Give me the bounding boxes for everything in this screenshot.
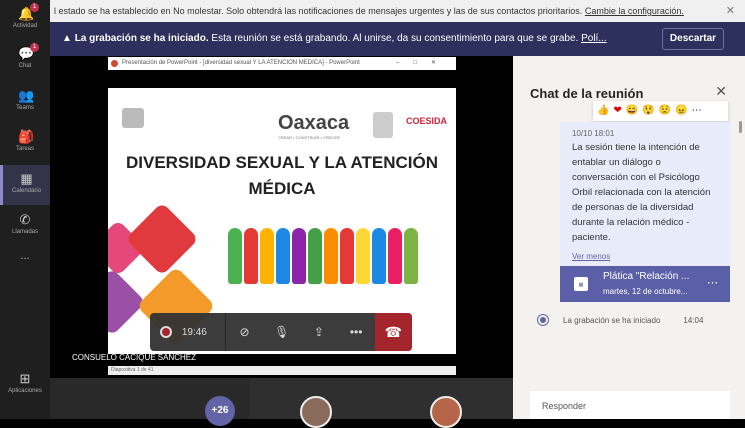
dnd-notification-bar: l estado se ha establecido en No molesta… — [50, 0, 745, 22]
call-controls: 19:46 ⊘ 🎙 ⇪ ••• ☎ — [150, 313, 412, 351]
logo-subtext: CREAR • CONSTRUIR • CRECER — [278, 135, 340, 140]
policy-link[interactable]: Polí... — [581, 33, 607, 44]
more-icon[interactable]: ⋯ — [692, 105, 706, 116]
meeting-card[interactable]: ▦ Plática "Relación ... martes, 12 de oc… — [560, 266, 730, 302]
participant-avatar[interactable] — [430, 396, 462, 428]
camera-off-icon[interactable]: ⊘ — [226, 325, 263, 339]
apps-icon: ⊞ — [19, 371, 31, 386]
angry-reaction[interactable]: 😠 — [675, 105, 691, 116]
scrollbar[interactable] — [739, 121, 742, 133]
system-text: La grabación se ha iniciado — [563, 315, 661, 325]
meeting-chat-panel: Chat de la reunión ✕ 👍❤😄😲😟😠⋯ 10/10 18:01… — [513, 56, 745, 419]
people-illustration — [228, 228, 418, 284]
laugh-reaction[interactable]: 😄 — [626, 105, 642, 116]
close-icon[interactable]: ✕ — [715, 83, 727, 100]
decor-shape — [125, 202, 199, 276]
sidebar-item-actividad[interactable]: 🔔 1 Actividad — [0, 0, 50, 40]
change-settings-link[interactable]: Cambie la configuración. — [585, 6, 684, 16]
sidebar-item-calendario[interactable]: ▦ Calendario — [0, 165, 50, 205]
sidebar-item-aplicaciones[interactable]: ⊞ Aplicaciones — [0, 365, 50, 405]
sidebar-label: Calendario — [11, 188, 42, 194]
recording-text: Esta reunión se está grabando. Al unirse… — [211, 33, 579, 44]
dismiss-button[interactable]: Descartar — [662, 28, 724, 50]
more-apps-button[interactable]: ... — [0, 250, 50, 290]
window-title: Presentación de PowerPoint - [diversidad… — [122, 60, 360, 66]
slide-title: DIVERSIDAD SEXUAL Y LA ATENCIÓN MÉDICA — [125, 153, 439, 198]
sidebar-label: Teams — [16, 105, 34, 111]
message-timestamp: 10/10 18:01 — [572, 129, 615, 138]
mic-off-icon[interactable]: 🎙 — [263, 325, 300, 339]
more-icon: ... — [20, 250, 30, 262]
sad-reaction[interactable]: 😟 — [659, 105, 675, 116]
close-icon[interactable]: ✕ — [726, 0, 735, 22]
presenter-name: CONSUELO CACIQUE SANCHEZ — [72, 353, 197, 362]
coesida-logo: COESIDA — [406, 116, 448, 126]
logo-text: Oaxaca — [278, 112, 350, 134]
more-participants-badge[interactable]: +26 — [205, 396, 235, 426]
sidebar-item-llamadas[interactable]: ✆ Llamadas — [0, 206, 50, 246]
window-controls: –□✕ — [396, 60, 450, 66]
participant-avatar[interactable] — [300, 396, 332, 428]
system-message: La grabación se ha iniciado 14:04 — [537, 314, 703, 326]
call-timer: 19:46 — [181, 326, 207, 338]
recording-banner: ▲ La grabación se ha iniciado. Esta reun… — [50, 22, 745, 56]
card-title: Plática "Relación ... — [603, 271, 690, 282]
calendar-icon: ▦ — [20, 171, 33, 186]
card-subtitle: martes, 12 de octubre... — [603, 287, 688, 296]
like-reaction[interactable]: 👍 — [597, 105, 613, 116]
sidebar-label: Chat — [18, 63, 32, 69]
reply-input[interactable]: Responder — [530, 391, 730, 419]
sidebar-label: Aplicaciones — [8, 388, 42, 394]
sidebar-item-tareas[interactable]: 🎒 Tareas — [0, 123, 50, 163]
warning-icon: ▲ — [62, 33, 72, 44]
surprised-reaction[interactable]: 😲 — [642, 105, 658, 116]
teams-icon: 👥 — [18, 88, 35, 103]
phone-icon: ✆ — [19, 212, 31, 227]
heart-reaction[interactable]: ❤ — [613, 105, 625, 116]
reaction-bar: 👍❤😄😲😟😠⋯ — [593, 101, 728, 121]
meeting-stage: Presentación de PowerPoint - [diversidad… — [50, 56, 513, 378]
recording-icon — [160, 326, 172, 338]
share-screen-icon[interactable]: ⇪ — [300, 325, 337, 339]
left-logo — [120, 108, 146, 140]
recording-title: La grabación se ha iniciado. — [74, 33, 209, 44]
more-icon[interactable]: ⋯ — [707, 276, 718, 289]
notification-text: l estado se ha establecido en No molesta… — [54, 6, 583, 16]
recording-icon — [537, 314, 549, 326]
participant-strip: +26 — [50, 378, 513, 428]
sidebar-label: Actividad — [12, 23, 38, 29]
sidebar-label: Llamadas — [11, 229, 38, 235]
badge: 1 — [30, 3, 39, 12]
more-options-icon[interactable]: ••• — [338, 325, 375, 339]
chat-title: Chat de la reunión — [530, 86, 644, 101]
participant-tiles — [250, 378, 513, 428]
seal-icon — [373, 112, 393, 138]
oaxaca-logo: Oaxaca CREAR • CONSTRUIR • CRECER — [278, 112, 349, 140]
chat-message: 10/10 18:01 La sesión tiene la intención… — [560, 122, 730, 266]
sidebar-item-teams[interactable]: 👥 Teams — [0, 82, 50, 122]
sidebar-item-chat[interactable]: 💬 1 Chat — [0, 40, 50, 80]
badge: 1 — [30, 43, 39, 52]
hang-up-button[interactable]: ☎ — [374, 313, 412, 351]
ppt-titlebar: Presentación de PowerPoint - [diversidad… — [108, 57, 456, 70]
slide-status: Diapositiva 1 de 41 — [108, 366, 456, 375]
powerpoint-icon — [111, 60, 118, 67]
app-sidebar: 🔔 1 Actividad 💬 1 Chat 👥 Teams 🎒 Tareas ▦ Calen… — [0, 0, 50, 419]
sidebar-label: Tareas — [15, 146, 34, 152]
tasks-icon: 🎒 — [18, 129, 35, 144]
system-time: 14:04 — [683, 315, 704, 325]
message-body: La sesión tiene la intención de entablar… — [572, 142, 711, 243]
see-less-link[interactable]: Ver menos — [572, 249, 610, 264]
calendar-icon: ▦ — [574, 277, 588, 291]
